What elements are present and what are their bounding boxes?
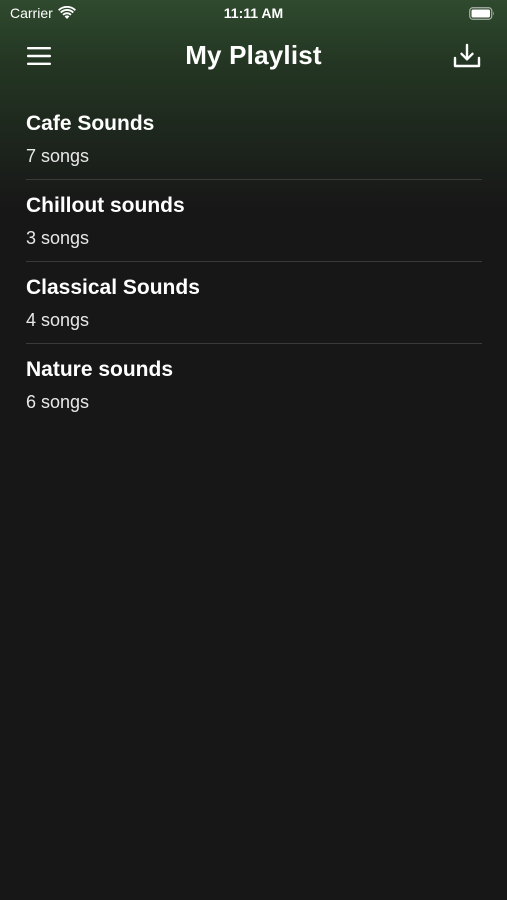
playlist-name: Cafe Sounds [26, 112, 155, 135]
playlist-name: Classical Sounds [26, 276, 200, 299]
status-time: 11:11 AM [223, 5, 284, 21]
playlist-item-classical-sounds[interactable]: Classical Sounds 4 songs [26, 262, 482, 344]
page-title: My Playlist [185, 40, 322, 70]
download-icon [453, 43, 481, 68]
playlist-list: Cafe Sounds 7 songs Chillout sounds 3 so… [26, 98, 482, 426]
status-bar: Carrier 11:11 AM [0, 0, 507, 28]
playlist-item-chillout-sounds[interactable]: Chillout sounds 3 songs [26, 180, 482, 262]
app-screen: Carrier 11:11 AM My Playlist Cafe Sounds… [0, 0, 507, 900]
playlist-name: Chillout sounds [26, 194, 185, 217]
playlist-song-count: 4 songs [26, 310, 90, 330]
playlist-song-count: 6 songs [26, 392, 90, 412]
playlist-song-count: 7 songs [26, 146, 90, 166]
download-button[interactable] [447, 38, 487, 74]
playlist-name: Nature sounds [26, 358, 174, 381]
playlist-item-nature-sounds[interactable]: Nature sounds 6 songs [26, 344, 482, 426]
playlist-song-count: 3 songs [26, 228, 90, 248]
battery-icon [469, 7, 494, 20]
playlist-item-cafe-sounds[interactable]: Cafe Sounds 7 songs [26, 98, 482, 180]
navigation-bar: My Playlist [0, 28, 507, 86]
